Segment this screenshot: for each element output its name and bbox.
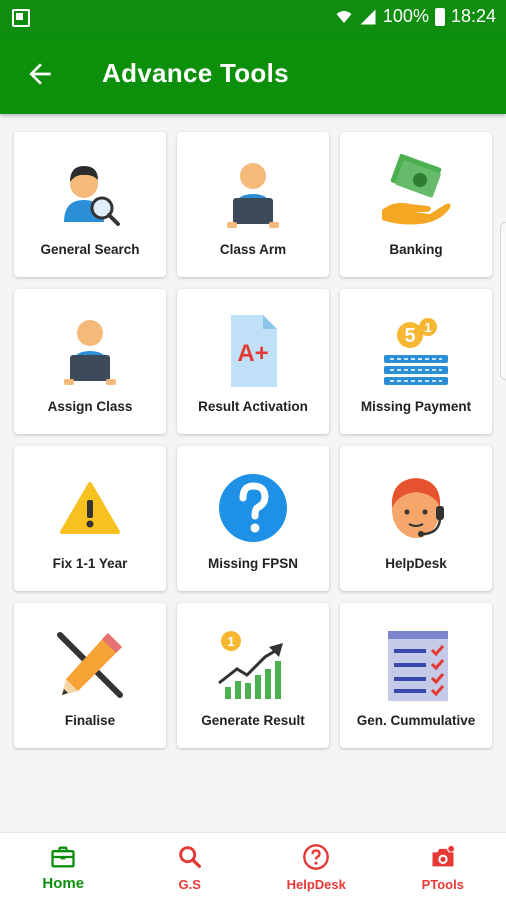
clock: 18:24 [450, 6, 496, 26]
tool-label: Finalise [64, 713, 116, 728]
coins-icon: 5 1 [384, 318, 448, 385]
nav-label: PTools [421, 877, 464, 892]
tool-label: Result Activation [198, 399, 308, 414]
wifi-icon [336, 10, 352, 23]
pencil-icon [57, 632, 123, 698]
coin-value: 1 [424, 320, 431, 335]
tool-label: Banking [389, 242, 443, 257]
tool-card-missing-fpsn[interactable]: Missing FPSN [177, 446, 329, 591]
camera-icon [432, 845, 454, 867]
tool-card-assign-class[interactable]: Assign Class [14, 289, 166, 434]
nav-label: G.S [178, 877, 201, 892]
tool-card-finalise[interactable]: Finalise [14, 603, 166, 748]
briefcase-icon [51, 846, 75, 868]
tool-card-result-activation[interactable]: A+ Result Activation [177, 289, 329, 434]
tool-card-missing-payment[interactable]: 5 1 Missing Payment [340, 289, 492, 434]
tool-label: Generate Result [201, 713, 305, 728]
tool-label: Missing FPSN [207, 556, 298, 571]
bottom-navigation: Home G.S HelpDesk PTools [0, 832, 506, 900]
search-icon [178, 846, 201, 868]
app-bar: Advance Tools [0, 36, 506, 114]
tool-card-helpdesk[interactable]: HelpDesk [340, 446, 492, 591]
grade-document-icon: A+ [231, 315, 277, 387]
notification-app-icon [12, 9, 30, 27]
back-arrow-icon[interactable] [24, 58, 56, 90]
tool-label: Missing Payment [360, 399, 472, 414]
status-bar: 100% 18:24 [0, 0, 506, 36]
person-search-icon [64, 166, 120, 226]
tool-label: Fix 1-1 Year [52, 556, 128, 571]
warning-icon [60, 482, 120, 534]
grade-text: A+ [237, 340, 268, 367]
person-laptop-icon [227, 163, 279, 228]
tools-grid: General Search Class Arm Banking Assign [14, 132, 494, 748]
coin-value: 1 [227, 634, 234, 649]
help-circle-icon [303, 844, 330, 870]
tool-card-gen-cummulative[interactable]: Gen. Cummulative [340, 603, 492, 748]
nav-label: HelpDesk [286, 877, 346, 892]
nav-item-home[interactable]: Home [0, 833, 127, 900]
tool-label: HelpDesk [385, 556, 447, 571]
nav-item-helpdesk[interactable]: HelpDesk [253, 833, 380, 900]
question-icon [219, 474, 287, 542]
battery-percent: 100% [382, 6, 429, 26]
signal-icon [360, 9, 376, 24]
tool-label: Gen. Cummulative [356, 713, 476, 728]
nav-item-ptools[interactable]: PTools [380, 833, 506, 900]
battery-icon [434, 7, 445, 26]
headset-agent-icon [391, 478, 444, 538]
growth-chart-icon: 1 [218, 631, 283, 699]
nav-label: Home [42, 875, 85, 892]
tool-label: General Search [40, 242, 140, 257]
tool-label: Assign Class [47, 399, 133, 414]
checklist-icon [388, 631, 448, 701]
tool-card-fix-year[interactable]: Fix 1-1 Year [14, 446, 166, 591]
nav-item-gs[interactable]: G.S [127, 833, 254, 900]
tool-card-class-arm[interactable]: Class Arm [177, 132, 329, 277]
edge-panel-handle[interactable] [500, 222, 506, 380]
tool-label: Class Arm [219, 242, 287, 257]
tool-card-generate-result[interactable]: 1 Generate Result [177, 603, 329, 748]
coin-value: 5 [404, 325, 415, 347]
money-hand-icon [382, 154, 451, 225]
page-title: Advance Tools [102, 58, 289, 88]
person-laptop-icon [64, 320, 116, 385]
tool-card-banking[interactable]: Banking [340, 132, 492, 277]
tool-card-general-search[interactable]: General Search [14, 132, 166, 277]
